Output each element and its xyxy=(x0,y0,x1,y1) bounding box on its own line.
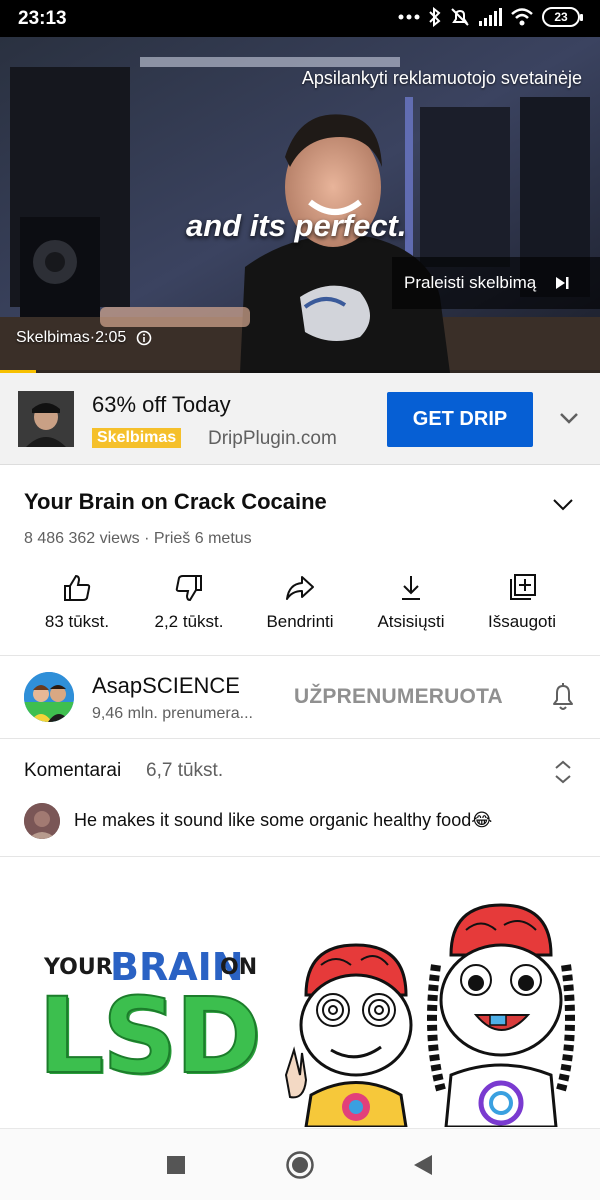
ad-banner[interactable]: 63% off Today Skelbimas DripPlugin.com G… xyxy=(0,373,600,465)
commenter-avatar-image xyxy=(24,803,60,839)
save-playlist-icon xyxy=(510,574,536,600)
share-icon xyxy=(286,576,314,600)
signal-icon xyxy=(479,8,502,26)
ad-thumbnail[interactable] xyxy=(18,391,74,447)
channel-name[interactable]: AsapSCIENCE xyxy=(92,673,240,699)
skip-ad-button[interactable]: Praleisti skelbimą xyxy=(392,257,600,309)
mute-icon xyxy=(451,8,469,26)
visit-advertiser-link[interactable]: Apsilankyti reklamuotojo svetainėje xyxy=(302,68,582,89)
video-caption: and its perfect. xyxy=(186,208,407,243)
like-button[interactable]: 83 tūkst. xyxy=(27,570,127,632)
thumb-text-lsd: LSD xyxy=(37,974,262,1098)
commenter-avatar xyxy=(24,803,60,839)
back-icon[interactable] xyxy=(412,1153,434,1177)
skip-ad-label: Praleisti skelbimą xyxy=(404,273,537,292)
chevron-down-icon[interactable] xyxy=(556,405,582,431)
cartoon-illustration xyxy=(284,903,575,1127)
video-title[interactable]: Your Brain on Crack Cocaine xyxy=(24,489,327,515)
ad-thumbnail-image xyxy=(18,391,74,447)
download-button[interactable]: Atsisiųsti xyxy=(361,570,461,632)
download-label: Atsisiųsti xyxy=(377,612,445,631)
status-icons: 23 xyxy=(398,7,583,27)
channel-subscribers: 9,46 mln. prenumera... xyxy=(92,705,253,722)
divider xyxy=(0,738,600,739)
video-meta: 8 486 362 views · Prieš 6 metus xyxy=(24,530,252,547)
wifi-icon xyxy=(511,8,533,26)
thumbs-down-icon xyxy=(175,575,202,602)
home-icon[interactable] xyxy=(285,1150,315,1180)
thumbs-up-icon xyxy=(64,574,91,601)
info-icon[interactable] xyxy=(136,330,152,346)
actions-row: 83 tūkst. 2,2 tūkst. Bendrinti Atsisiųst… xyxy=(0,570,600,640)
notification-bell-icon[interactable] xyxy=(548,680,578,714)
subscribed-button[interactable]: UŽPRENUMERUOTA xyxy=(294,685,503,709)
expand-collapse-icon[interactable] xyxy=(552,758,574,786)
channel-avatar[interactable] xyxy=(24,672,74,722)
ad-domain: DripPlugin.com xyxy=(208,428,337,449)
divider xyxy=(0,856,600,857)
battery-icon: 23 xyxy=(542,7,583,27)
status-time: 23:13 xyxy=(18,8,67,29)
like-count: 83 tūkst. xyxy=(44,612,110,631)
dots-icon xyxy=(398,14,420,20)
share-button[interactable]: Bendrinti xyxy=(250,570,350,632)
save-label: Išsaugoti xyxy=(487,612,557,631)
recent-apps-icon[interactable] xyxy=(166,1155,186,1175)
comments-count: 6,7 tūkst. xyxy=(146,760,224,781)
video-player[interactable]: Apsilankyti reklamuotojo svetainėje and … xyxy=(0,37,600,373)
skip-next-icon xyxy=(556,277,569,289)
top-comment[interactable]: He makes it sound like some organic heal… xyxy=(74,810,492,831)
save-button[interactable]: Išsaugoti xyxy=(472,570,572,632)
system-nav-bar xyxy=(0,1128,600,1200)
ad-badge: Skelbimas xyxy=(92,428,182,448)
download-icon xyxy=(402,576,420,600)
ad-timer-label: Skelbimas·2:05 xyxy=(16,329,127,346)
channel-avatar-image xyxy=(24,672,74,722)
bluetooth-icon xyxy=(429,7,441,27)
expand-description-icon[interactable] xyxy=(550,492,576,518)
share-label: Bendrinti xyxy=(266,612,334,631)
ad-title: 63% off Today xyxy=(92,392,231,417)
dislike-button[interactable]: 2,2 tūkst. xyxy=(139,570,239,632)
status-bar: 23:13 23 xyxy=(0,0,600,37)
comments-title[interactable]: Komentarai xyxy=(24,760,121,782)
ad-timer: Skelbimas·2:05 xyxy=(16,329,152,347)
battery-level: 23 xyxy=(554,10,568,24)
next-video-thumbnail[interactable]: YOUR BRAIN ON LSD xyxy=(24,875,576,1127)
ad-cta-button[interactable]: GET DRIP xyxy=(387,392,533,447)
divider xyxy=(0,655,600,656)
dislike-count: 2,2 tūkst. xyxy=(154,612,224,631)
